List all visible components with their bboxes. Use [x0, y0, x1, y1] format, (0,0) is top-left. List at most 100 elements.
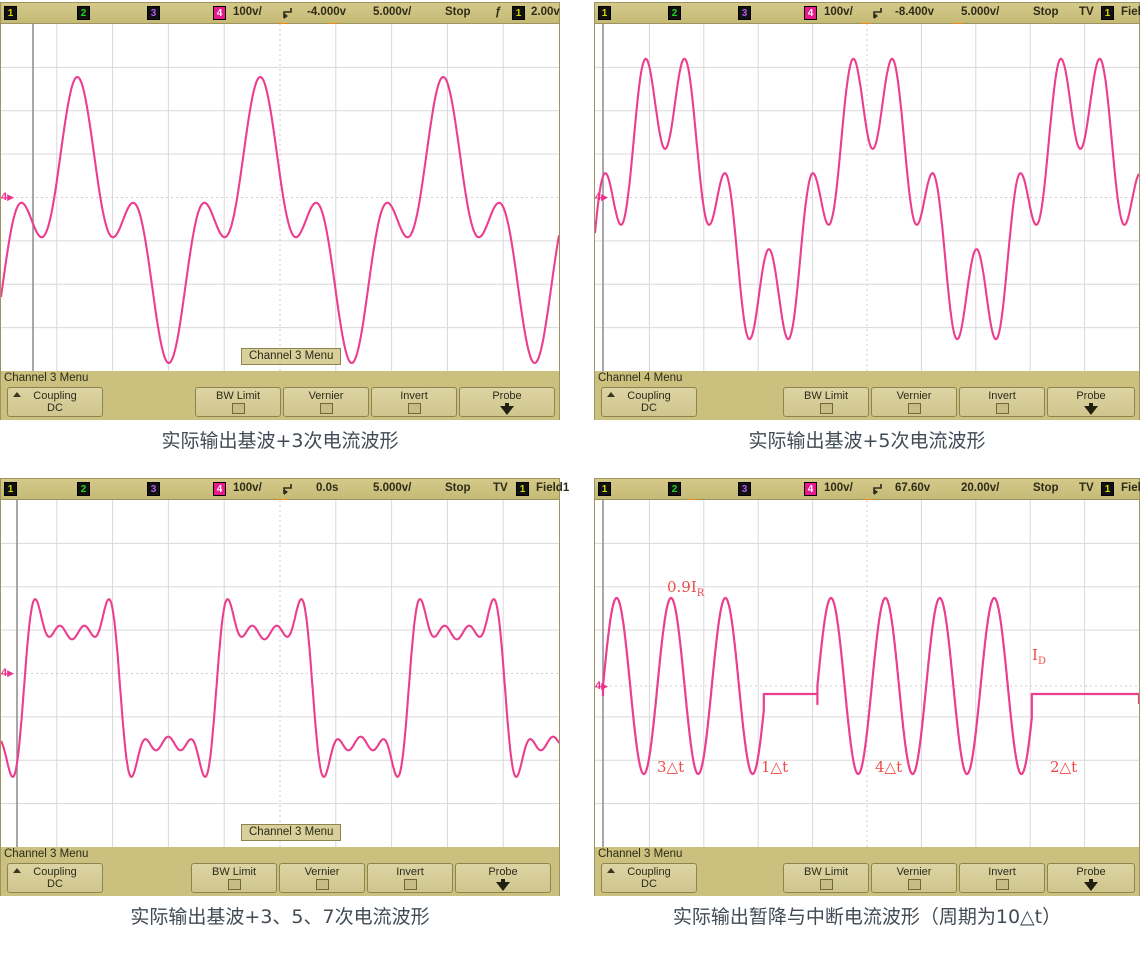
coupling-label: Coupling [627, 866, 671, 878]
channel-ground-marker-2[interactable]: 4▶ [595, 191, 609, 204]
trigger-level-readout: 2.00ᴠ [531, 6, 560, 18]
probe-softkey-4[interactable]: Probe [1047, 863, 1135, 893]
bw-limit-softkey-1[interactable]: BW Limit [195, 387, 281, 417]
coupling-softkey-4[interactable]: Coupling DC [601, 863, 697, 893]
probe-softkey-2[interactable]: Probe [1047, 387, 1135, 417]
channel-menu-tab-1[interactable]: Channel 3 Menu [241, 348, 342, 365]
invert-softkey-1[interactable]: Invert [371, 387, 457, 417]
trigger-slope-icon [283, 7, 297, 23]
oscilloscope-screen-2: 1 2 3 4 100ᴠ/ -8.400ᴠ 5.000ᴠ/ Stop TV 1 … [594, 2, 1140, 420]
coupling-label: Coupling [33, 866, 77, 878]
channel-2-chip[interactable]: 2 [77, 482, 90, 496]
probe-softkey-1[interactable]: Probe [459, 387, 555, 417]
invert-label: Invert [400, 390, 428, 402]
channel-ground-marker-4[interactable]: 4▶ [595, 680, 609, 693]
channel-menu-tab-3[interactable]: Channel 3 Menu [241, 824, 342, 841]
channel-4-chip[interactable]: 4 [213, 6, 226, 20]
checkbox-icon[interactable] [995, 403, 1009, 414]
checkbox-icon[interactable] [907, 879, 921, 890]
channel-ground-marker-3[interactable]: 4▶ [1, 667, 15, 680]
checkbox-icon[interactable] [995, 879, 1009, 890]
delay-readout: -8.400ᴠ [895, 6, 935, 18]
checkbox-icon[interactable] [403, 879, 417, 890]
checkbox-icon[interactable] [319, 403, 333, 414]
coupling-softkey-1[interactable]: Coupling DC [7, 387, 103, 417]
trigger-level-readout: Field1 [1121, 6, 1140, 18]
waveform-svg-2 [595, 24, 1139, 371]
probe-label: Probe [488, 866, 518, 878]
checkbox-icon[interactable] [227, 879, 241, 890]
trigger-slope-glyph [873, 484, 882, 495]
vernier-softkey-2[interactable]: Vernier [871, 387, 957, 417]
vernier-softkey-1[interactable]: Vernier [283, 387, 369, 417]
panel-2-caption: 实际输出基波+5次电流波形 [748, 430, 986, 452]
softkey-bar-2: Channel 4 Menu Coupling DC BW Limit Vern… [595, 371, 1139, 420]
probe-label: Probe [492, 390, 522, 402]
bw-limit-softkey-2[interactable]: BW Limit [783, 387, 869, 417]
invert-softkey-2[interactable]: Invert [959, 387, 1045, 417]
trigger-mode-readout: TV [1079, 482, 1094, 494]
checkbox-icon[interactable] [819, 403, 833, 414]
softkey-title-3: Channel 3 Menu [4, 848, 89, 860]
coupling-value: DC [47, 878, 63, 890]
channel-4-chip[interactable]: 4 [213, 482, 226, 496]
channel-2-chip[interactable]: 2 [77, 6, 90, 20]
channel-3-chip[interactable]: 3 [147, 6, 160, 20]
trigger-source-chip[interactable]: 1 [512, 6, 525, 20]
channel-3-chip[interactable]: 3 [147, 482, 160, 496]
channel-3-chip[interactable]: 3 [738, 482, 751, 496]
waveform-trace-4 [601, 596, 1139, 776]
probe-softkey-3[interactable]: Probe [455, 863, 551, 893]
checkbox-icon[interactable] [819, 879, 833, 890]
vernier-softkey-4[interactable]: Vernier [871, 863, 957, 893]
checkbox-icon[interactable] [907, 403, 921, 414]
coupling-softkey-3[interactable]: Coupling DC [7, 863, 103, 893]
waveform-plot-1: 4▶ Channel 3 Menu [1, 24, 559, 371]
trigger-slope-icon [283, 483, 297, 499]
vernier-label: Vernier [896, 866, 932, 878]
run-state-readout: Stop [1033, 6, 1059, 18]
channel-4-chip[interactable]: 4 [804, 6, 817, 20]
waveform-annotation-6: 2△t [1050, 758, 1078, 776]
bw-limit-label: BW Limit [212, 866, 256, 878]
invert-label: Invert [988, 866, 1016, 878]
trigger-source-chip[interactable]: 1 [1101, 482, 1114, 496]
channel-2-chip[interactable]: 2 [668, 482, 681, 496]
trigger-level-readout: Field1 [536, 482, 570, 494]
invert-softkey-3[interactable]: Invert [367, 863, 453, 893]
checkbox-icon[interactable] [231, 403, 245, 414]
channel-4-chip[interactable]: 4 [804, 482, 817, 496]
channel-1-chip[interactable]: 1 [4, 6, 17, 20]
volts-per-div-readout: 100ᴠ/ [233, 482, 262, 494]
waveform-annotation-5: 4△t [875, 758, 903, 776]
invert-softkey-4[interactable]: Invert [959, 863, 1045, 893]
arrow-down-icon [496, 882, 510, 891]
softkey-bar-4: Channel 3 Menu Coupling DC BW Limit Vern… [595, 847, 1139, 896]
bw-limit-label: BW Limit [216, 390, 260, 402]
status-bar-1: 1 2 3 4 100ᴠ/ -4.000ᴠ 5.000ᴠ/ Stop ƒ 1 2… [1, 3, 560, 24]
channel-1-chip[interactable]: 1 [4, 482, 17, 496]
channel-1-chip[interactable]: 1 [598, 6, 611, 20]
trigger-slope-icon [873, 7, 887, 23]
figure-page: 1 2 3 4 100ᴠ/ -4.000ᴠ 5.000ᴠ/ Stop ƒ 1 2… [0, 0, 1140, 960]
checkbox-icon[interactable] [407, 403, 421, 414]
trigger-source-chip[interactable]: 1 [516, 482, 529, 496]
channel-2-chip[interactable]: 2 [668, 6, 681, 20]
probe-label: Probe [1076, 866, 1106, 878]
bw-limit-label: BW Limit [804, 866, 848, 878]
waveform-svg-4 [595, 500, 1139, 847]
grid-lines-4 [595, 500, 1139, 847]
channel-3-chip[interactable]: 3 [738, 6, 751, 20]
softkey-title-2: Channel 4 Menu [598, 372, 683, 384]
probe-label: Probe [1076, 390, 1106, 402]
channel-1-chip[interactable]: 1 [598, 482, 611, 496]
coupling-softkey-2[interactable]: Coupling DC [601, 387, 697, 417]
checkbox-icon[interactable] [315, 879, 329, 890]
waveform-annotation-2: ID [1032, 646, 1046, 667]
vernier-softkey-3[interactable]: Vernier [279, 863, 365, 893]
bw-limit-softkey-4[interactable]: BW Limit [783, 863, 869, 893]
bw-limit-softkey-3[interactable]: BW Limit [191, 863, 277, 893]
trigger-slope-glyph [283, 8, 292, 19]
trigger-source-chip[interactable]: 1 [1101, 6, 1114, 20]
channel-ground-marker-1[interactable]: 4▶ [1, 191, 15, 204]
